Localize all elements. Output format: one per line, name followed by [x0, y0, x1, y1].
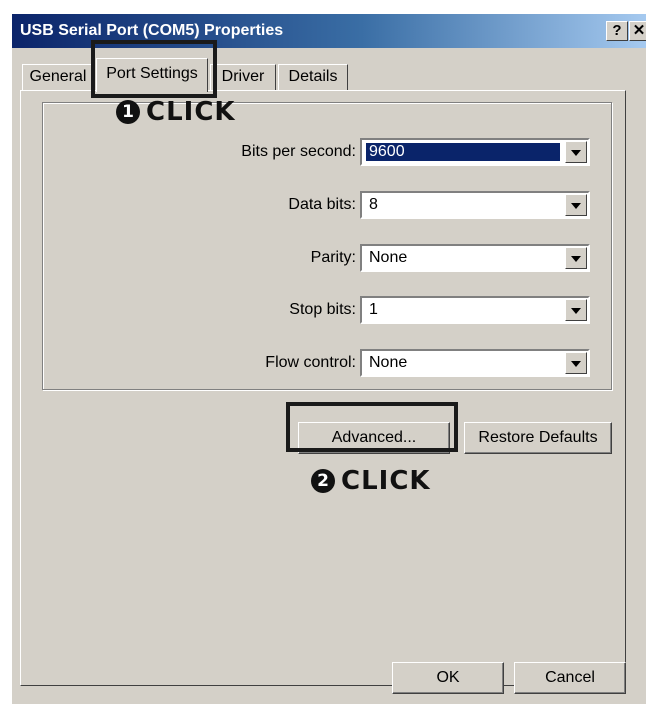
help-button[interactable]: ? [606, 21, 628, 41]
window-title: USB Serial Port (COM5) Properties [20, 22, 284, 39]
chevron-down-icon[interactable] [565, 194, 587, 216]
callout-box-port-settings [91, 40, 217, 98]
parity-label: Parity: [310, 249, 356, 266]
callout-number-badge: 2 [311, 469, 335, 493]
flow-control-value: None [369, 354, 408, 371]
close-button[interactable]: ✕ [629, 21, 646, 41]
bits-per-second-select[interactable]: 9600 [360, 138, 590, 166]
bits-per-second-value: 9600 [366, 143, 560, 161]
cancel-button[interactable]: Cancel [514, 662, 626, 694]
parity-value: None [369, 249, 408, 266]
tab-details[interactable]: Details [278, 64, 348, 90]
restore-defaults-button[interactable]: Restore Defaults [464, 422, 612, 454]
parity-select[interactable]: None [360, 244, 590, 272]
chevron-down-icon[interactable] [565, 299, 587, 321]
chevron-down-icon[interactable] [565, 141, 587, 163]
chevron-down-icon[interactable] [565, 352, 587, 374]
callout-text: CLICK [146, 97, 236, 127]
tab-general[interactable]: General [22, 64, 94, 90]
callout-2: 2 CLICK [311, 466, 431, 496]
flow-control-label: Flow control: [265, 354, 356, 371]
data-bits-label: Data bits: [288, 196, 356, 213]
callout-box-advanced [286, 402, 458, 452]
chevron-down-icon[interactable] [565, 247, 587, 269]
flow-control-select[interactable]: None [360, 349, 590, 377]
stop-bits-label: Stop bits: [289, 301, 356, 318]
stop-bits-select[interactable]: 1 [360, 296, 590, 324]
callout-text: CLICK [341, 466, 431, 496]
ok-button[interactable]: OK [392, 662, 504, 694]
data-bits-value: 8 [369, 196, 378, 213]
tab-driver[interactable]: Driver [210, 64, 276, 90]
bits-per-second-label: Bits per second: [241, 143, 356, 160]
stop-bits-value: 1 [369, 301, 378, 318]
callout-1: 1 CLICK [116, 97, 236, 127]
callout-number-badge: 1 [116, 100, 140, 124]
data-bits-select[interactable]: 8 [360, 191, 590, 219]
